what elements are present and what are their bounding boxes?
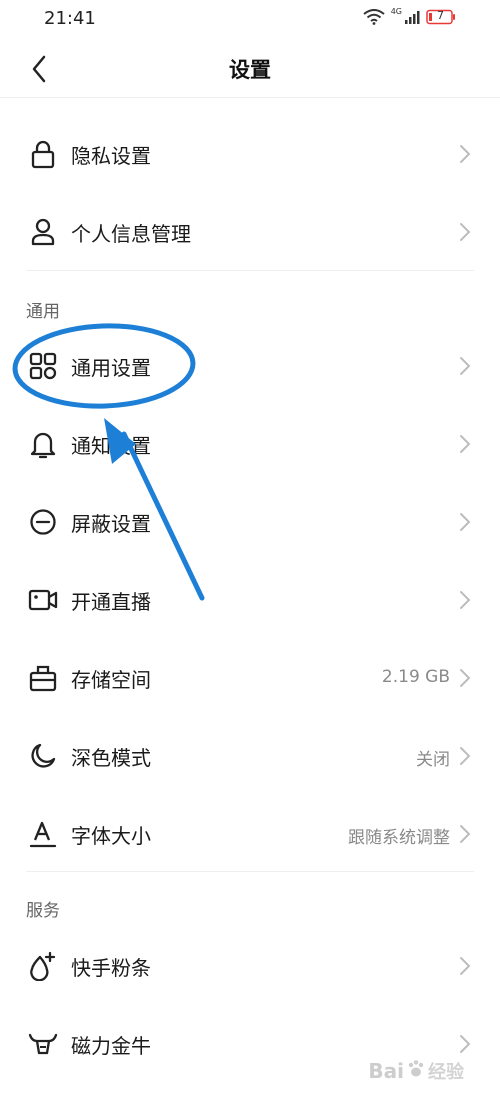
row-privacy-settings[interactable]: 隐私设置 xyxy=(0,116,500,194)
status-bar: 21:41 4G 7 xyxy=(0,0,500,38)
row-kuaishou-fantiao[interactable]: 快手粉条 xyxy=(0,928,500,1006)
paw-icon xyxy=(406,1059,426,1084)
section-title-general: 通用 xyxy=(26,302,60,322)
bull-icon xyxy=(28,1029,58,1059)
row-label: 通知设置 xyxy=(71,434,151,458)
nav-bar: 设置 xyxy=(0,38,500,98)
row-label: 深色模式 xyxy=(71,746,151,770)
baidu-watermark: Bai 经验 xyxy=(368,1058,464,1084)
font-size-icon xyxy=(28,819,58,849)
watermark-brand: Bai xyxy=(368,1059,404,1083)
battery-level: 7 xyxy=(437,9,444,22)
moon-icon xyxy=(28,741,58,771)
row-label: 个人信息管理 xyxy=(71,222,191,246)
row-label: 隐私设置 xyxy=(71,144,151,168)
chevron-right-icon xyxy=(460,591,471,609)
row-label: 通用设置 xyxy=(71,356,151,380)
chevron-right-icon xyxy=(460,435,471,453)
grid-icon xyxy=(28,351,58,381)
divider xyxy=(26,270,474,271)
bell-icon xyxy=(28,429,58,459)
page-title: 设置 xyxy=(229,58,271,82)
chevron-right-icon xyxy=(460,825,471,843)
status-icons: 4G 7 xyxy=(363,6,456,25)
row-block-settings[interactable]: 屏蔽设置 xyxy=(0,484,500,562)
storage-icon xyxy=(28,663,58,693)
chevron-right-icon xyxy=(460,669,471,687)
row-label: 存储空间 xyxy=(71,668,151,692)
divider xyxy=(26,871,474,872)
person-icon xyxy=(28,217,58,247)
status-time: 21:41 xyxy=(44,8,96,29)
row-label: 磁力金牛 xyxy=(71,1034,151,1058)
fire-plus-icon xyxy=(28,951,58,981)
lock-icon xyxy=(28,139,58,169)
row-font-size[interactable]: 字体大小 跟随系统调整 xyxy=(0,796,500,874)
dark-mode-value: 关闭 xyxy=(416,750,450,770)
chevron-right-icon xyxy=(460,145,471,163)
chevron-right-icon xyxy=(460,223,471,241)
row-dark-mode[interactable]: 深色模式 关闭 xyxy=(0,718,500,796)
battery-icon: 7 xyxy=(426,9,456,25)
row-label: 开通直播 xyxy=(71,590,151,614)
row-personal-info[interactable]: 个人信息管理 xyxy=(0,194,500,272)
network-type-label: 4G xyxy=(390,6,402,16)
row-notification-settings[interactable]: 通知设置 xyxy=(0,406,500,484)
watermark-sub: 经验 xyxy=(428,1062,464,1083)
row-label: 快手粉条 xyxy=(71,956,151,980)
row-general-settings[interactable]: 通用设置 xyxy=(0,328,500,406)
block-icon xyxy=(28,507,58,537)
row-label: 字体大小 xyxy=(71,824,151,848)
chevron-right-icon xyxy=(460,747,471,765)
wifi-icon xyxy=(363,9,385,25)
row-open-live[interactable]: 开通直播 xyxy=(0,562,500,640)
row-storage[interactable]: 存储空间 2.19 GB xyxy=(0,640,500,718)
video-camera-icon xyxy=(28,585,58,615)
row-label: 屏蔽设置 xyxy=(71,512,151,536)
chevron-right-icon xyxy=(460,957,471,975)
font-size-value: 跟随系统调整 xyxy=(348,828,450,848)
storage-value: 2.19 GB xyxy=(381,667,450,687)
chevron-right-icon xyxy=(460,357,471,375)
signal-icon xyxy=(404,9,420,25)
chevron-right-icon xyxy=(460,513,471,531)
section-title-service: 服务 xyxy=(26,901,60,921)
chevron-right-icon xyxy=(460,1035,471,1053)
